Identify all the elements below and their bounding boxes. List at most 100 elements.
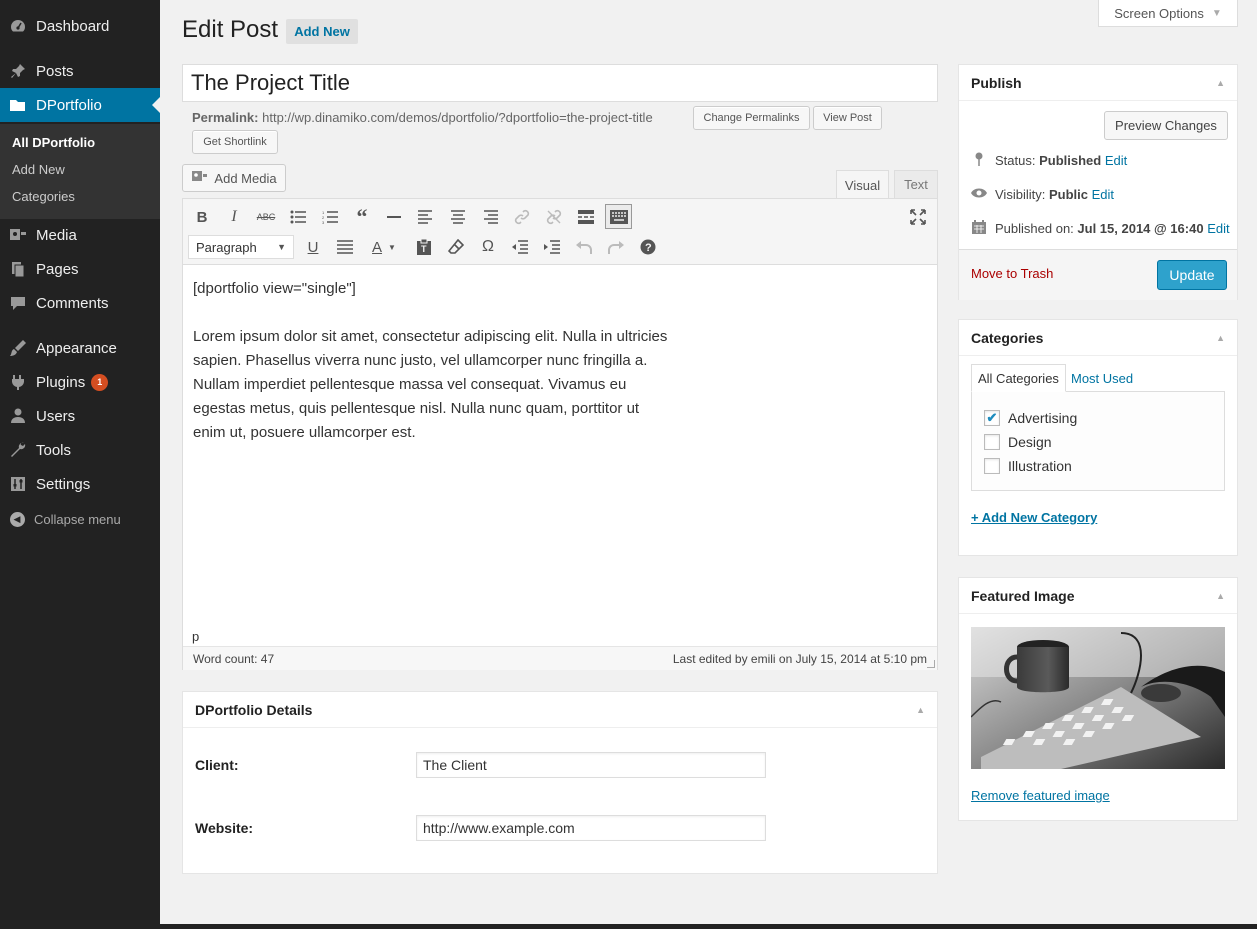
category-item[interactable]: Design [984, 434, 1052, 450]
add-new-button[interactable]: Add New [286, 19, 358, 44]
menu-dportfolio[interactable]: DPortfolio [0, 88, 160, 122]
menu-label: Appearance [36, 339, 117, 357]
insert-link-icon[interactable] [511, 206, 533, 228]
visibility-value: Public [1048, 186, 1088, 202]
screen-options-button[interactable]: Screen Options ▼ [1098, 0, 1238, 27]
box-title: Publish [971, 74, 1022, 91]
toolbar-toggle-icon[interactable] [605, 204, 632, 229]
justify-icon[interactable] [334, 236, 356, 258]
collapse-toggle-icon[interactable]: ▲ [1216, 78, 1225, 88]
update-button[interactable]: Update [1157, 260, 1227, 290]
collapse-toggle-icon[interactable]: ▲ [916, 705, 925, 715]
menu-posts[interactable]: Posts [0, 54, 160, 88]
box-header[interactable]: Featured Image ▲ [959, 578, 1237, 614]
menu-label: Tools [36, 441, 72, 459]
published-value: Jul 15, 2014 @ 16:40 [1077, 221, 1204, 236]
menu-pages[interactable]: Pages [0, 252, 160, 286]
resize-handle-icon[interactable] [927, 660, 935, 668]
help-icon[interactable]: ? [637, 236, 659, 258]
bold-icon[interactable]: B [191, 206, 213, 228]
menu-label: Comments [36, 294, 109, 312]
submenu-all-dportfolio[interactable]: All DPortfolio [12, 135, 95, 150]
align-left-icon[interactable] [415, 206, 437, 228]
remove-link-icon[interactable] [543, 206, 565, 228]
menu-label: Settings [36, 475, 91, 493]
checkbox[interactable] [984, 434, 1000, 450]
view-post-button[interactable]: View Post [813, 106, 882, 130]
category-item[interactable]: Illustration [984, 458, 1072, 474]
caret-down-icon: ▼ [1211, 7, 1222, 19]
fullscreen-icon[interactable] [907, 206, 929, 228]
blockquote-icon[interactable]: “ [351, 204, 373, 229]
tab-all-categories[interactable]: All Categories [971, 364, 1066, 392]
editor-content[interactable]: [dportfolio view="single"] Lorem ipsum d… [193, 277, 673, 469]
visibility-label: Visibility: [995, 186, 1046, 202]
menu-label: Posts [36, 62, 74, 80]
get-shortlink-button[interactable]: Get Shortlink [192, 130, 278, 154]
edit-status-link[interactable]: Edit [1105, 153, 1127, 168]
tab-most-used[interactable]: Most Used [1065, 364, 1139, 392]
undo-icon[interactable] [573, 236, 595, 258]
horizontal-line-icon[interactable] [383, 206, 405, 228]
tab-visual[interactable]: Visual [836, 170, 889, 199]
box-header[interactable]: Categories ▲ [959, 320, 1237, 356]
content-paragraph: [dportfolio view="single"] [193, 280, 356, 297]
menu-settings[interactable]: Settings [0, 467, 160, 501]
text-color-icon[interactable]: A ▼ [366, 236, 402, 258]
paste-as-text-icon[interactable]: T [413, 236, 435, 258]
box-title: Categories [971, 329, 1044, 346]
menu-tools[interactable]: Tools [0, 433, 160, 467]
category-checklist: ✔ Advertising Design Illustration [971, 391, 1225, 491]
collapse-toggle-icon[interactable]: ▲ [1216, 333, 1225, 343]
submenu-categories[interactable]: Categories [12, 189, 75, 204]
read-more-icon[interactable] [575, 206, 597, 228]
add-media-button[interactable]: Add Media [182, 164, 286, 192]
preview-changes-button[interactable]: Preview Changes [1104, 111, 1228, 140]
align-right-icon[interactable] [479, 206, 501, 228]
permalink-url[interactable]: http://wp.dinamiko.com/demos/dportfolio/… [262, 110, 653, 125]
website-input[interactable]: http://www.example.com [416, 815, 766, 841]
remove-featured-image-link[interactable]: Remove featured image [971, 788, 1110, 803]
visibility-row: Visibility: Public Edit [971, 186, 1114, 202]
special-character-icon[interactable]: Ω [477, 236, 499, 258]
strikethrough-icon[interactable]: ABC [255, 206, 277, 228]
categories-box: Categories ▲ All Categories Most Used ✔ … [958, 319, 1238, 556]
client-label: Client: [195, 757, 239, 773]
format-select[interactable]: Paragraph ▼ [188, 235, 294, 259]
align-center-icon[interactable] [447, 206, 469, 228]
add-new-category-link[interactable]: + Add New Category [971, 510, 1097, 525]
clear-formatting-icon[interactable] [445, 236, 467, 258]
edit-visibility-link[interactable]: Edit [1092, 187, 1114, 202]
post-title-input[interactable] [182, 64, 938, 102]
redo-icon[interactable] [605, 236, 627, 258]
menu-comments[interactable]: Comments [0, 286, 160, 320]
last-edited: Last edited by emili on July 15, 2014 at… [672, 651, 927, 666]
featured-image[interactable] [971, 627, 1225, 769]
change-permalinks-button[interactable]: Change Permalinks [693, 106, 810, 130]
collapse-menu-button[interactable]: ◀ Collapse menu [0, 508, 160, 530]
numbered-list-icon[interactable]: 123 [319, 206, 341, 228]
box-header[interactable]: Publish ▲ [959, 65, 1237, 101]
edit-date-link[interactable]: Edit [1207, 221, 1229, 236]
indent-icon[interactable] [541, 236, 563, 258]
submenu-add-new[interactable]: Add New [12, 162, 65, 177]
menu-media[interactable]: Media [0, 218, 160, 252]
client-input[interactable]: The Client [416, 752, 766, 778]
featured-image-box: Featured Image ▲ Remove featured image [958, 577, 1238, 821]
menu-dashboard[interactable]: Dashboard [0, 9, 160, 43]
bullet-list-icon[interactable] [287, 206, 309, 228]
folder-icon [0, 96, 36, 114]
outdent-icon[interactable] [509, 236, 531, 258]
checkbox-checked[interactable]: ✔ [984, 410, 1000, 426]
move-to-trash-link[interactable]: Move to Trash [971, 266, 1053, 281]
italic-icon[interactable]: I [223, 206, 245, 228]
underline-icon[interactable]: U [302, 236, 324, 258]
tab-text[interactable]: Text [894, 170, 938, 199]
checkbox[interactable] [984, 458, 1000, 474]
menu-users[interactable]: Users [0, 399, 160, 433]
menu-appearance[interactable]: Appearance [0, 331, 160, 365]
collapse-toggle-icon[interactable]: ▲ [1216, 591, 1225, 601]
box-header[interactable]: DPortfolio Details ▲ [183, 692, 937, 728]
category-item[interactable]: ✔ Advertising [984, 410, 1077, 426]
menu-plugins[interactable]: Plugins 1 [0, 365, 160, 399]
